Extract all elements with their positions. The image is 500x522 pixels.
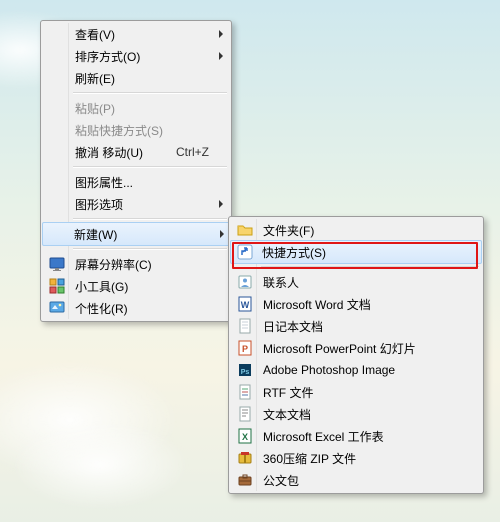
menu-label: Adobe Photoshop Image [263,363,395,377]
menu-label: 刷新(E) [75,70,115,87]
text-icon [235,406,255,422]
menu-separator [261,266,479,268]
gadgets-icon [47,278,67,294]
menu-separator [73,166,227,168]
menu-item-personalize[interactable]: 个性化(R) [43,297,229,319]
submenu-item-briefcase[interactable]: 公文包 [231,469,481,491]
menu-separator [73,92,227,94]
menu-item-new[interactable]: 新建(W) [42,222,230,246]
submenu-item-zip[interactable]: 360压缩 ZIP 文件 [231,447,481,469]
menu-label: 公文包 [263,472,299,489]
menu-label: Microsoft Excel 工作表 [263,428,384,445]
word-icon: W [235,296,255,312]
submenu-item-folder[interactable]: 文件夹(F) [231,219,481,241]
menu-label: 文本文档 [263,406,311,423]
chevron-right-icon [219,30,223,38]
briefcase-icon [235,472,255,488]
powerpoint-icon: P [235,340,255,356]
menu-label: 日记本文档 [263,318,323,335]
svg-text:W: W [241,300,250,310]
submenu-new[interactable]: 文件夹(F) 快捷方式(S) 联系人 W Microsoft Word 文档 日… [228,216,484,494]
journal-icon [235,318,255,334]
chevron-right-icon [219,200,223,208]
chevron-right-icon [219,52,223,60]
menu-label: 排序方式(O) [75,48,140,65]
menu-item-undo[interactable]: 撤消 移动(U) Ctrl+Z [43,141,229,163]
menu-item-paste-shortcut: 粘贴快捷方式(S) [43,119,229,141]
submenu-item-excel[interactable]: X Microsoft Excel 工作表 [231,425,481,447]
zip-icon [235,450,255,466]
svg-text:Ps: Ps [241,369,250,376]
svg-text:P: P [242,344,248,354]
menu-label: 新建(W) [74,226,117,243]
menu-label: 屏幕分辨率(C) [75,256,152,273]
excel-icon: X [235,428,255,444]
desktop-context-menu[interactable]: 查看(V) 排序方式(O) 刷新(E) 粘贴(P) 粘贴快捷方式(S) 撤消 移… [40,20,232,322]
menu-label: Microsoft PowerPoint 幻灯片 [263,340,416,357]
menu-item-paste: 粘贴(P) [43,97,229,119]
menu-label: 小工具(G) [75,278,128,295]
menu-label: RTF 文件 [263,384,313,401]
chevron-right-icon [220,230,224,238]
menu-label: 撤消 移动(U) [75,144,143,161]
menu-separator [73,248,227,250]
menu-item-refresh[interactable]: 刷新(E) [43,67,229,89]
menu-item-gfx-props[interactable]: 图形属性... [43,171,229,193]
menu-label: 文件夹(F) [263,222,314,239]
photoshop-icon: Ps [235,362,255,378]
svg-text:X: X [242,432,248,442]
menu-label: 联系人 [263,274,299,291]
menu-label: 图形选项 [75,196,123,213]
shortcut-icon [235,244,255,260]
submenu-item-word[interactable]: W Microsoft Word 文档 [231,293,481,315]
menu-separator [73,218,227,220]
personalize-icon [47,300,67,316]
submenu-item-shortcut[interactable]: 快捷方式(S) [230,240,482,264]
menu-item-sort[interactable]: 排序方式(O) [43,45,229,67]
menu-shortcut: Ctrl+Z [152,145,209,159]
menu-label: 个性化(R) [75,300,128,317]
menu-label: 粘贴快捷方式(S) [75,122,163,139]
submenu-item-rtf[interactable]: RTF 文件 [231,381,481,403]
menu-label: 粘贴(P) [75,100,115,117]
menu-item-view[interactable]: 查看(V) [43,23,229,45]
folder-icon [235,222,255,238]
menu-item-gadgets[interactable]: 小工具(G) [43,275,229,297]
menu-label: 360压缩 ZIP 文件 [263,450,356,467]
submenu-item-photoshop[interactable]: Ps Adobe Photoshop Image [231,359,481,381]
menu-label: 图形属性... [75,174,133,191]
submenu-item-powerpoint[interactable]: P Microsoft PowerPoint 幻灯片 [231,337,481,359]
submenu-item-contact[interactable]: 联系人 [231,271,481,293]
contact-icon [235,274,255,290]
menu-item-gfx-options[interactable]: 图形选项 [43,193,229,215]
menu-label: Microsoft Word 文档 [263,296,371,313]
menu-item-resolution[interactable]: 屏幕分辨率(C) [43,253,229,275]
menu-label: 快捷方式(S) [262,244,326,261]
rtf-icon [235,384,255,400]
menu-label: 查看(V) [75,26,115,43]
monitor-icon [47,256,67,272]
submenu-item-txt[interactable]: 文本文档 [231,403,481,425]
submenu-item-journal[interactable]: 日记本文档 [231,315,481,337]
